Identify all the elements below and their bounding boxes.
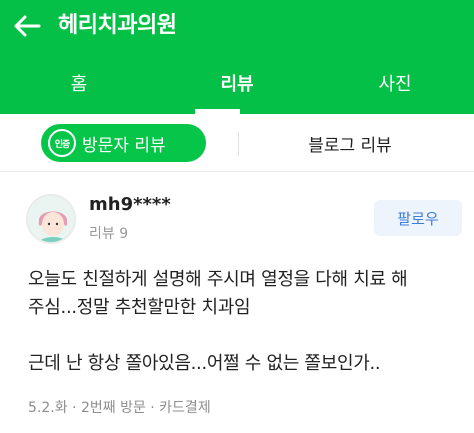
- review-text-line: 주심...정말 추천할만한 치과임: [28, 297, 251, 318]
- top-bar: 헤리치과의원: [0, 0, 474, 52]
- subtab-divider: [238, 132, 239, 156]
- review-text-line: 오늘도 친절하게 설명해 주시며 열정을 다해 치료 해: [28, 269, 408, 290]
- follow-button[interactable]: 팔로우: [374, 200, 462, 236]
- arrow-left-icon: [14, 15, 41, 37]
- back-button[interactable]: [10, 9, 44, 43]
- visitor-review-tab[interactable]: 인증 방문자 리뷰: [41, 124, 206, 162]
- reviewer-name[interactable]: mh9****: [89, 193, 171, 217]
- tab-photos[interactable]: 사진: [316, 52, 474, 114]
- verified-badge: 인증: [48, 129, 76, 157]
- review-type-tabs: 인증 방문자 리뷰 블로그 리뷰: [0, 114, 474, 172]
- blog-review-tab[interactable]: 블로그 리뷰: [270, 124, 430, 162]
- visit-meta: 5.2.화 · 2번째 방문 · 카드결제: [28, 400, 211, 416]
- tab-home[interactable]: 홈: [0, 52, 158, 114]
- review-body[interactable]: 오늘도 친절하게 설명해 주시며 열정을 다해 치료 해 주심...정말 추천할…: [28, 266, 448, 378]
- user-avatar-icon: [28, 196, 74, 242]
- page-title: 헤리치과의원: [58, 13, 177, 38]
- reviewer-review-count: 리뷰 9: [89, 226, 129, 242]
- main-tabs: 홈 리뷰 사진: [0, 52, 474, 114]
- avatar[interactable]: [26, 194, 76, 244]
- visitor-review-label: 방문자 리뷰: [82, 135, 166, 156]
- tab-reviews[interactable]: 리뷰: [158, 52, 316, 114]
- review-text-line: 근데 난 항상 쫄아있음...어쩔 수 없는 쫄보인가..: [28, 353, 381, 374]
